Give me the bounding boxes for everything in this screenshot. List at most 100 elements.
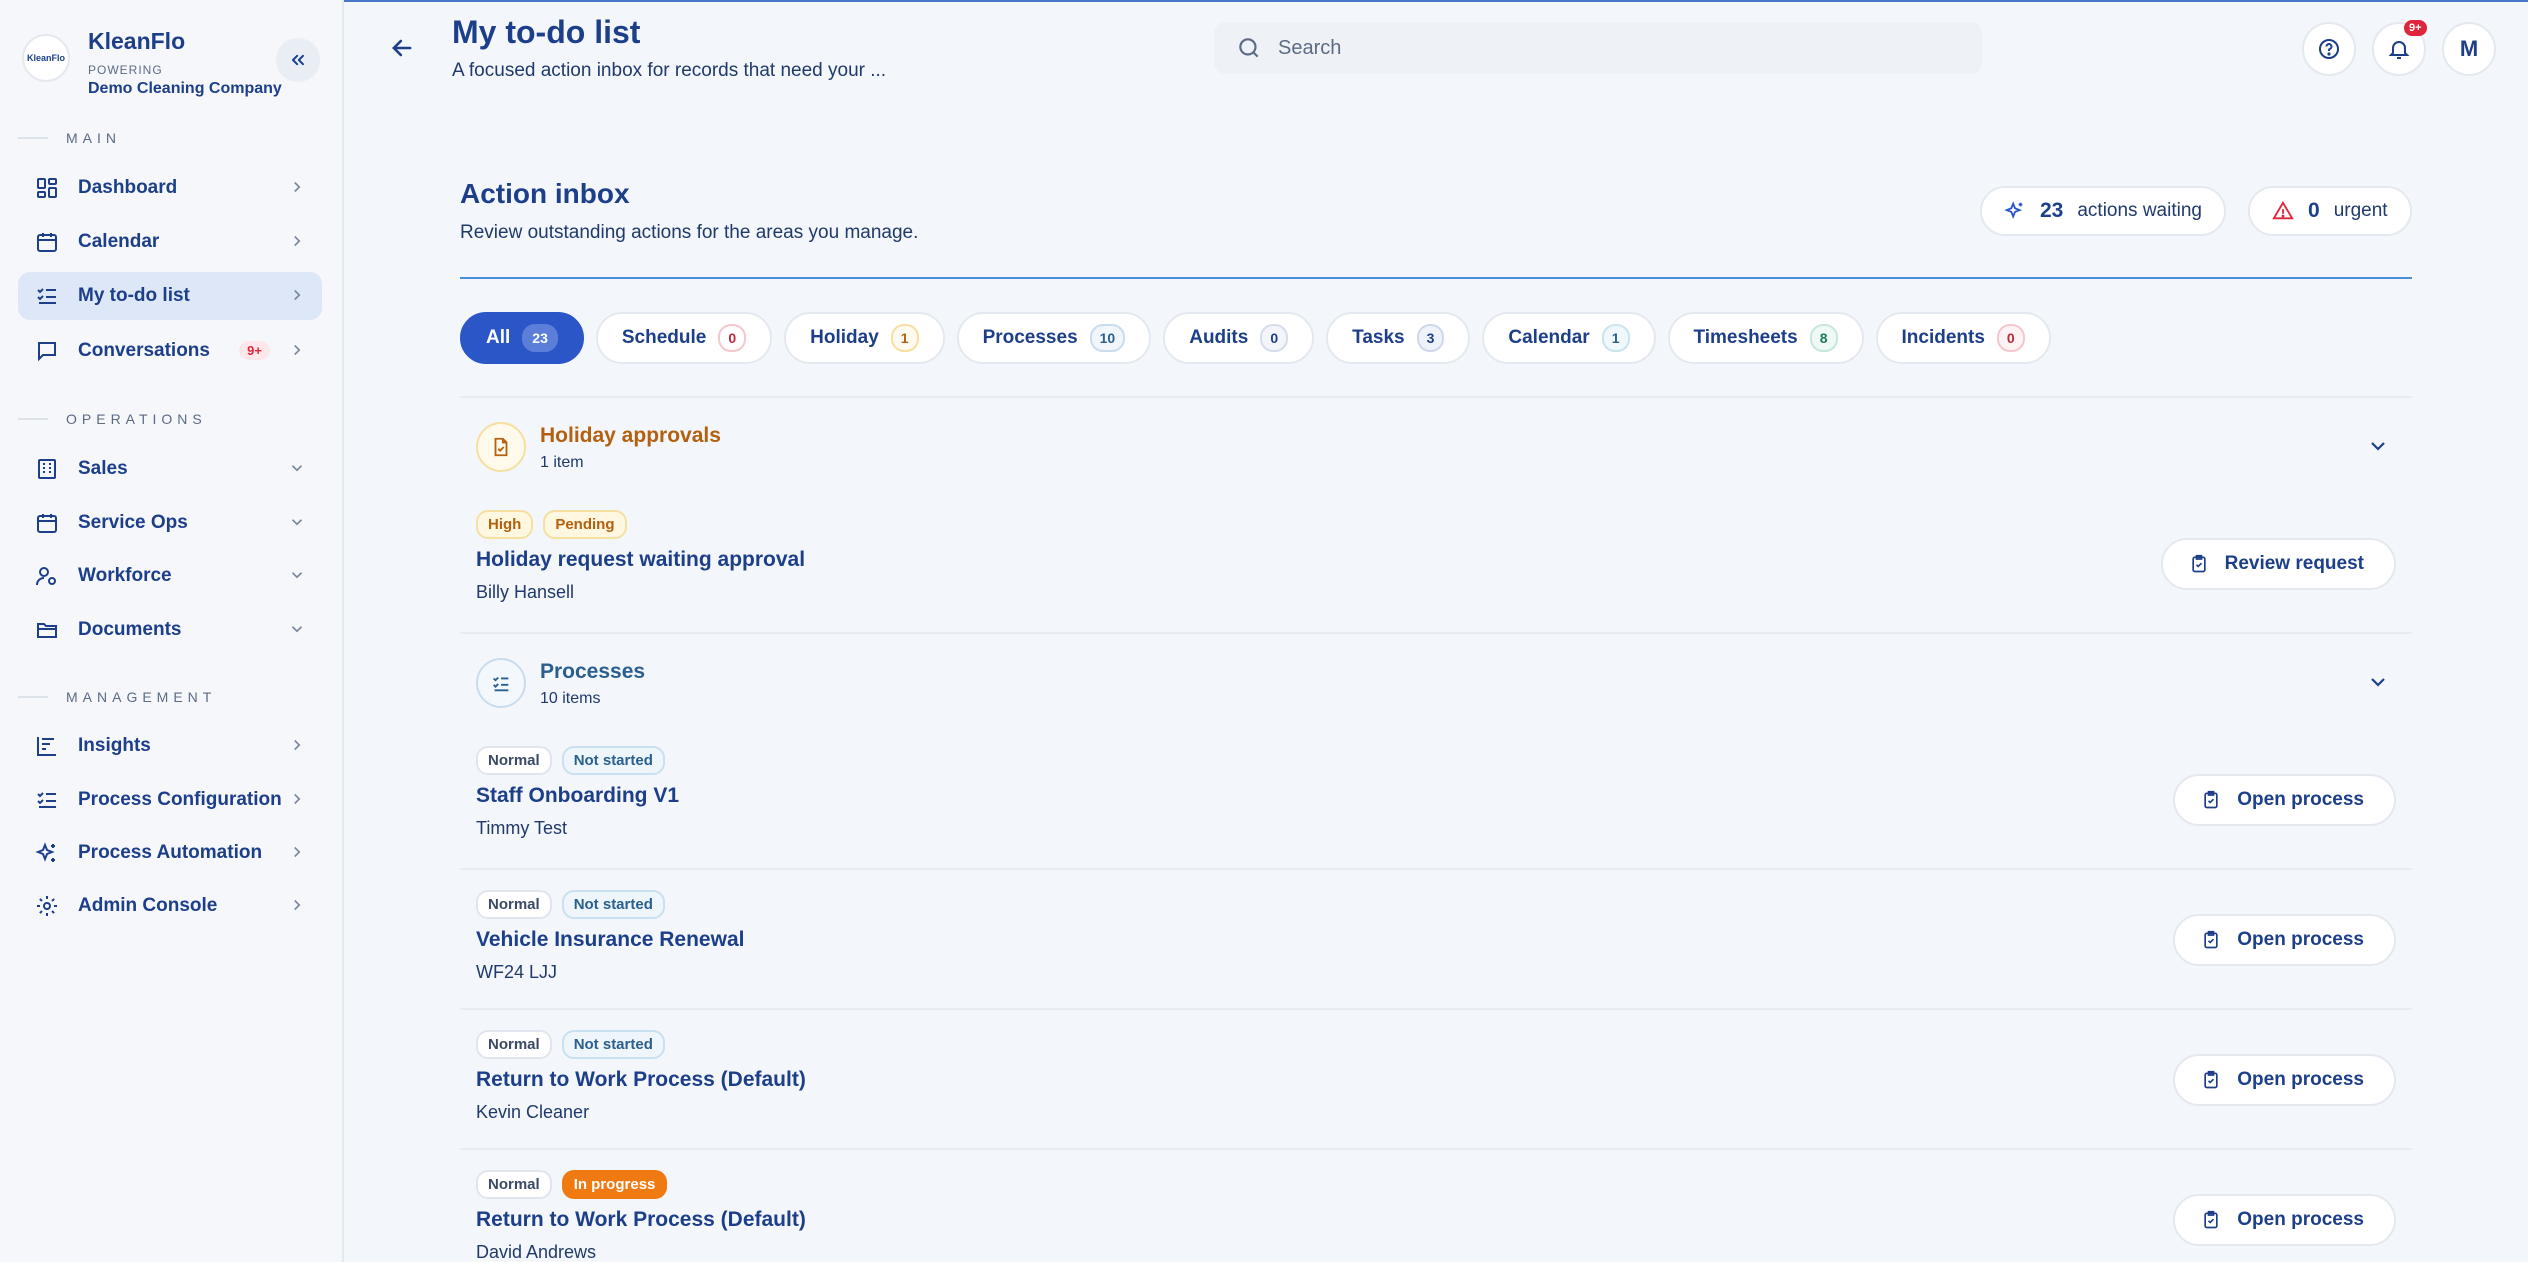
sidebar-item-process-configuration[interactable]: Process Configuration [18, 776, 322, 824]
group-header-holiday-approvals[interactable]: Holiday approvals 1 item [460, 396, 2412, 506]
open-process-button[interactable]: Open process [2173, 1054, 2396, 1106]
filter-tab-schedule[interactable]: Schedule 0 [595, 312, 773, 364]
clipboard-icon [2204, 930, 2218, 949]
notifications-button[interactable]: 9+ [2372, 20, 2427, 76]
sidebar-item-admin-console[interactable]: Admin Console [18, 882, 322, 930]
clipboard-icon [2204, 1070, 2218, 1089]
bell-icon [2388, 41, 2410, 59]
sparkles-icon [2004, 201, 2023, 219]
group-header-processes[interactable]: Processes 10 items [460, 632, 2412, 742]
actions-waiting-stat: 23 actions waiting [1980, 186, 2226, 236]
section-title: Action inbox [460, 178, 630, 209]
item-subtitle: Kevin Cleaner [476, 1102, 590, 1122]
sidebar-item-insights[interactable]: Insights [18, 722, 322, 770]
item-title: Staff Onboarding V1 [476, 784, 680, 807]
status-badge: Not started [561, 746, 665, 775]
open-process-button[interactable]: Open process [2173, 1194, 2396, 1246]
sidebar-item-documents[interactable]: Documents [18, 606, 322, 654]
sidebar-item-label: Sales [78, 458, 128, 479]
calendar-icon [34, 510, 60, 536]
chevron-right-icon [294, 793, 301, 805]
sidebar-item-label: Documents [78, 619, 182, 640]
document-icon [476, 422, 526, 472]
filter-tab-processes[interactable]: Processes 10 [956, 312, 1152, 364]
open-process-button[interactable]: Open process [2173, 774, 2396, 826]
filter-label: Incidents [1901, 327, 1985, 348]
chevron-down-icon[interactable] [2366, 434, 2390, 458]
priority-badge: High [476, 510, 534, 539]
sidebar-item-label: Calendar [78, 231, 160, 252]
filter-tab-holiday[interactable]: Holiday 1 [784, 312, 945, 364]
group-title: Processes [540, 660, 646, 683]
sidebar-item-dashboard[interactable]: Dashboard [18, 164, 322, 212]
sidebar-item-service-ops[interactable]: Service Ops [18, 499, 322, 547]
calendar-icon [34, 229, 60, 255]
arrow-left-icon [392, 39, 412, 57]
list-item: Normal Not started Staff Onboarding V1 T… [460, 742, 2412, 868]
filter-tab-incidents[interactable]: Incidents 0 [1875, 312, 2051, 364]
button-label: Open process [2237, 929, 2364, 950]
urgent-count: 0 [2308, 199, 2320, 222]
sidebar-item-workforce[interactable]: Workforce [18, 552, 322, 600]
filter-tab-audits[interactable]: Audits 0 [1163, 312, 1315, 364]
filter-label: Audits [1189, 327, 1249, 348]
search-input[interactable] [1278, 36, 1918, 60]
brand-company: Demo Cleaning Company [88, 80, 282, 97]
button-label: Open process [2237, 1209, 2364, 1230]
item-subtitle: Billy Hansell [476, 582, 575, 602]
chevron-right-icon [294, 181, 301, 193]
sidebar-item-conversations[interactable]: Conversations 9+ [18, 327, 322, 375]
avatar[interactable]: M [2442, 22, 2496, 76]
button-label: Open process [2237, 789, 2364, 810]
actions-waiting-label: actions waiting [2077, 200, 2202, 221]
help-icon [2319, 39, 2339, 59]
notification-count-badge: 9+ [2404, 20, 2427, 36]
chevron-right-icon [294, 289, 301, 301]
brand: KleanFlo KleanFlo POWERING Demo Cleaning… [22, 28, 282, 98]
page-title: My to-do list [452, 14, 641, 50]
chevron-right-icon [294, 739, 301, 751]
sidebar-item-sales[interactable]: Sales [18, 445, 322, 493]
item-subtitle: WF24 LJJ [476, 962, 558, 982]
priority-badge: Normal [476, 1170, 552, 1199]
page-subtitle: A focused action inbox for records that … [452, 60, 887, 81]
brand-logo[interactable]: KleanFlo [22, 34, 70, 82]
filter-tab-calendar[interactable]: Calendar 1 [1482, 312, 1656, 364]
open-process-button[interactable]: Open process [2173, 914, 2396, 966]
chevron-right-icon [294, 235, 301, 247]
sidebar-item-calendar[interactable]: Calendar [18, 218, 322, 266]
filter-label: Tasks [1352, 327, 1405, 348]
chevron-right-icon [294, 344, 301, 356]
sidebar-item-label: Dashboard [78, 177, 178, 198]
priority-badge: Normal [476, 890, 552, 919]
sidebar-item-label: Admin Console [78, 895, 218, 916]
checklist-icon [34, 787, 60, 813]
chevron-down-icon [291, 626, 303, 633]
filter-label: Schedule [621, 327, 707, 348]
group-title: Holiday approvals [540, 424, 721, 447]
filter-tab-timesheets[interactable]: Timesheets 8 [1667, 312, 1864, 364]
section-label-main: MAIN [18, 130, 121, 146]
status-badge: In progress [561, 1170, 668, 1199]
section-label-operations: OPERATIONS [18, 411, 207, 427]
list-item: High Pending Holiday request waiting app… [460, 506, 2412, 632]
checklist-icon [476, 658, 526, 708]
sidebar-item-process-automation[interactable]: Process Automation [18, 829, 322, 877]
review-request-button[interactable]: Review request [2160, 538, 2396, 590]
filter-label: Holiday [810, 327, 879, 348]
status-badge: Not started [561, 890, 665, 919]
sidebar-item-my-to-do-list[interactable]: My to-do list [18, 272, 322, 320]
filter-tab-tasks[interactable]: Tasks 3 [1326, 312, 1471, 364]
back-button[interactable] [388, 34, 416, 62]
top-accent-line [0, 0, 2528, 2]
chevron-down-icon[interactable] [2366, 670, 2390, 694]
filter-tab-all[interactable]: All 23 [460, 312, 584, 364]
help-button[interactable] [2302, 22, 2356, 76]
collapse-sidebar-button[interactable] [276, 38, 320, 82]
section-label-management: MANAGEMENT [18, 689, 216, 705]
building-icon [34, 456, 60, 482]
action-list: Holiday approvals 1 item High Pending Ho… [460, 396, 2412, 1262]
group-count: 1 item [540, 454, 584, 471]
group-count: 10 items [540, 690, 601, 707]
chevrons-left-icon [292, 54, 304, 66]
